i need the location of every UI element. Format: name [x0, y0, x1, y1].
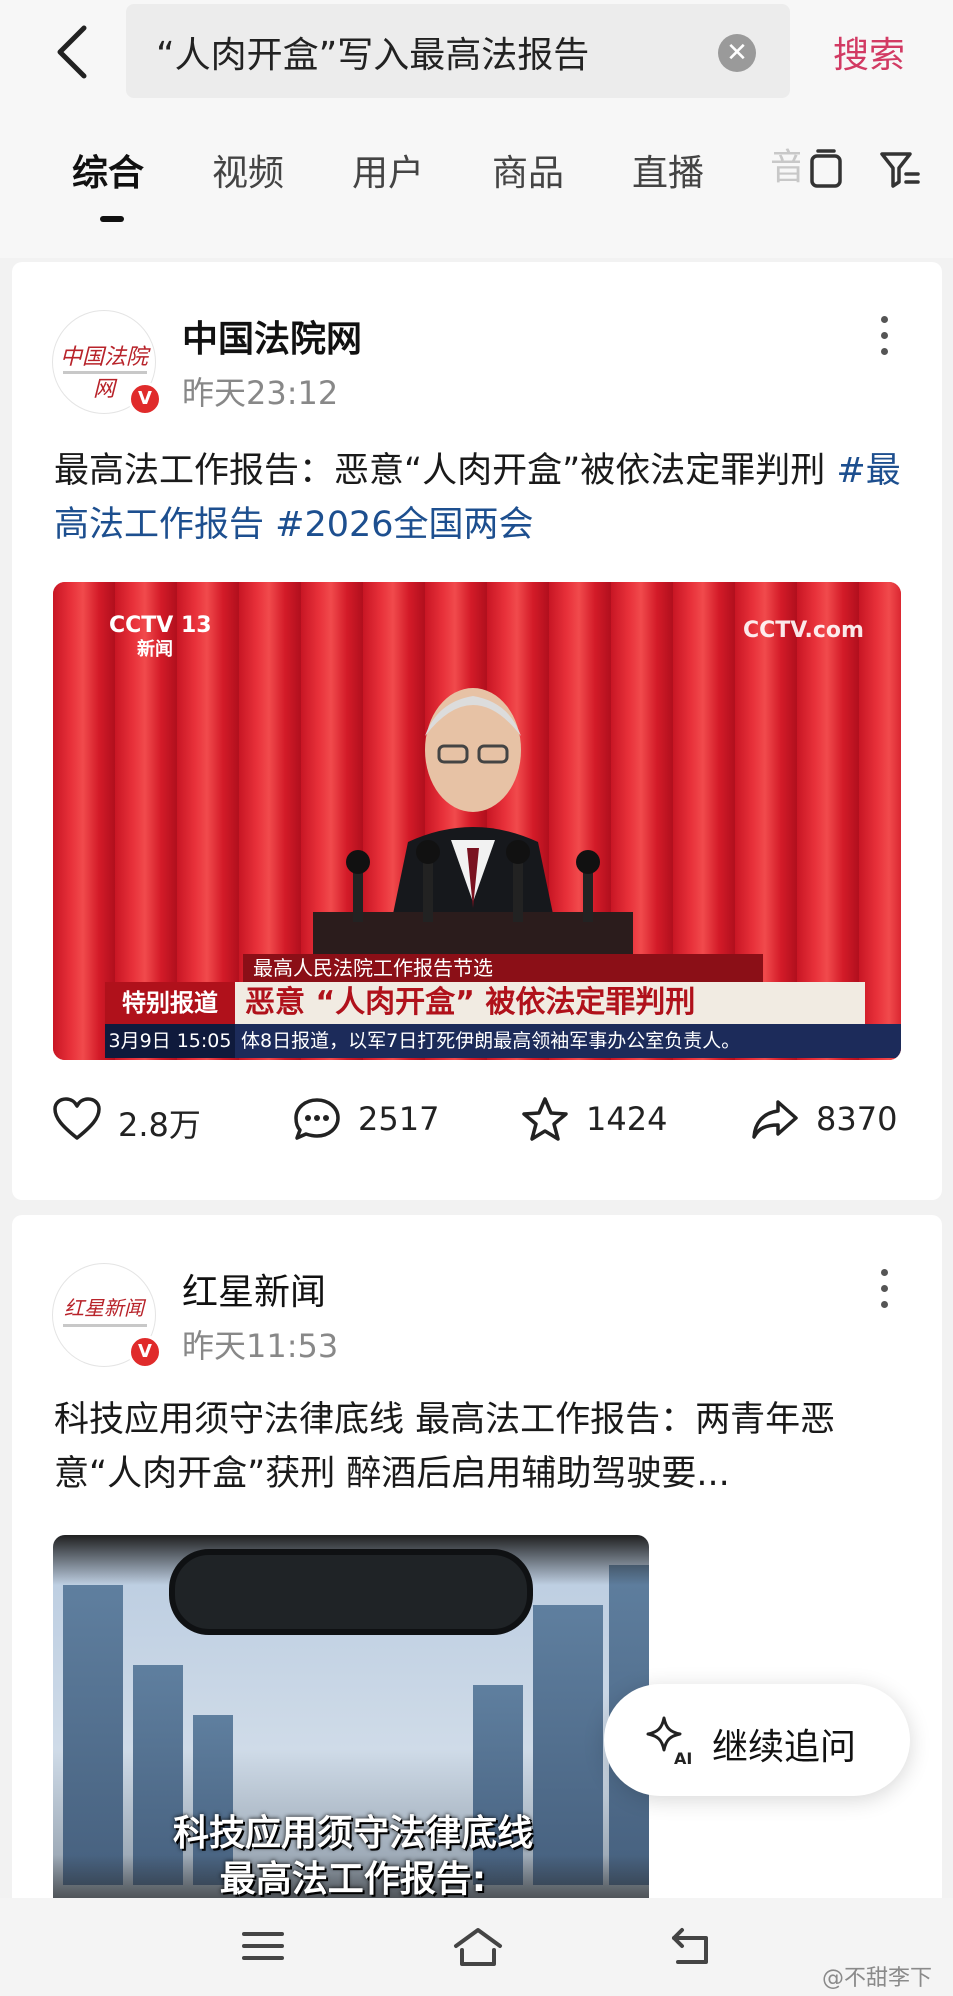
home-icon[interactable]: [452, 1926, 504, 1968]
post-video[interactable]: CCTV 13 新闻 CCTV.com 最高人民法院工作报告节选 恶意 “人肉开…: [53, 582, 901, 1060]
post-card[interactable]: 中国法院网 V 中国法院网 昨天23:12 最高法工作报告：恶意“人肉开盒”被依…: [12, 262, 942, 1200]
continue-asking-label: 继续追问: [712, 1727, 857, 1768]
avatar-logo-underline: [63, 371, 147, 374]
post-video[interactable]: 科技应用须守法律底线 最高法工作报告:: [53, 1535, 649, 1925]
post-time: 昨天23:12: [182, 374, 339, 412]
tab-video[interactable]: 视频: [212, 144, 284, 196]
author-name[interactable]: 红星新闻: [182, 1263, 326, 1315]
avatar-logo-underline: [63, 1324, 147, 1327]
ticker-text: 体8日报道，以军7日打死伊朗最高领袖军事办公室负责人。: [241, 1030, 741, 1052]
search-button[interactable]: 搜索: [833, 26, 905, 78]
menu-icon[interactable]: [240, 1926, 286, 1966]
favorite-count: 1424: [586, 1100, 668, 1138]
post-text[interactable]: 最高法工作报告：恶意“人肉开盒”被依法定罪判刑 #最高法工作报告 #2026全国…: [54, 444, 914, 552]
layout-icon[interactable]: [806, 148, 846, 192]
post-stats: 2.8万 2517 1424 8370: [12, 1092, 942, 1148]
tab-live[interactable]: 直播: [632, 144, 704, 196]
comment-icon: [294, 1098, 340, 1140]
system-nav-bar: [0, 1898, 953, 1996]
tab-users[interactable]: 用户: [352, 144, 424, 196]
search-query: “人肉开盒”写入最高法报告: [156, 35, 590, 76]
post-time: 昨天11:53: [182, 1327, 339, 1365]
filter-icon[interactable]: [878, 148, 922, 192]
verified-badge-icon: V: [128, 1335, 162, 1369]
post-card[interactable]: 红星新闻 V 红星新闻 昨天11:53 科技应用须守法律底线 最高法工作报告：两…: [12, 1215, 942, 1925]
special-report-tag: 特别报道: [105, 982, 235, 1024]
active-tab-indicator: [100, 216, 124, 222]
post-text[interactable]: 科技应用须守法律底线 最高法工作报告：两青年恶意“人肉开盒”获刑 醉酒后启用辅助…: [54, 1393, 914, 1501]
news-lower-third: 最高人民法院工作报告节选 恶意 “人肉开盒” 被依法定罪判刑 特别报道 3月9日…: [53, 954, 901, 1060]
site-logo: CCTV.com: [743, 618, 864, 643]
avatar-logo: 红星新闻: [64, 1296, 144, 1320]
more-options-icon[interactable]: [878, 1269, 890, 1315]
tab-all[interactable]: 综合: [72, 144, 144, 196]
segment-title: 最高人民法院工作报告节选: [243, 954, 763, 982]
watermark: @不甜李下: [822, 1966, 933, 1991]
image-caption: 科技应用须守法律底线 最高法工作报告:: [172, 1813, 533, 1900]
like-count: 2.8万: [118, 1106, 201, 1144]
speaker-figure: [313, 688, 633, 962]
more-options-icon[interactable]: [878, 316, 890, 362]
heart-icon: [53, 1097, 101, 1140]
search-input[interactable]: “人肉开盒”写入最高法报告 ✕: [126, 4, 790, 98]
search-header: “人肉开盒”写入最高法报告 ✕ 搜索: [0, 0, 953, 108]
back-icon[interactable]: [668, 1926, 714, 1968]
clear-search-icon[interactable]: ✕: [718, 34, 756, 72]
rearview-mirror: [169, 1549, 533, 1635]
news-ticker: 3月9日 15:05 体8日报道，以军7日打死伊朗最高领袖军事办公室负责人。: [105, 1024, 901, 1058]
back-arrow-icon[interactable]: [48, 20, 98, 84]
ai-sparkle-icon: AI: [646, 1716, 692, 1766]
star-icon: [522, 1097, 568, 1141]
share-icon: [752, 1100, 798, 1139]
video-date: 3月9日 15:05: [105, 1024, 235, 1058]
continue-asking-button[interactable]: AI 继续追问: [604, 1684, 910, 1796]
svg-text:AI: AI: [674, 1749, 692, 1766]
author-name[interactable]: 中国法院网: [182, 310, 362, 362]
hashtag[interactable]: #2026全国两会: [275, 505, 533, 545]
post-body: 最高法工作报告：恶意“人肉开盒”被依法定罪判刑: [54, 451, 837, 491]
tab-bar: 综合 视频 用户 商品 直播 音: [0, 108, 953, 258]
verified-badge-icon: V: [128, 382, 162, 416]
tab-products[interactable]: 商品: [492, 144, 564, 196]
share-count: 8370: [816, 1100, 898, 1138]
tab-overflow-hint: 音: [770, 147, 800, 188]
comment-count: 2517: [358, 1100, 440, 1138]
channel-logo: CCTV 13 新闻: [109, 613, 212, 661]
